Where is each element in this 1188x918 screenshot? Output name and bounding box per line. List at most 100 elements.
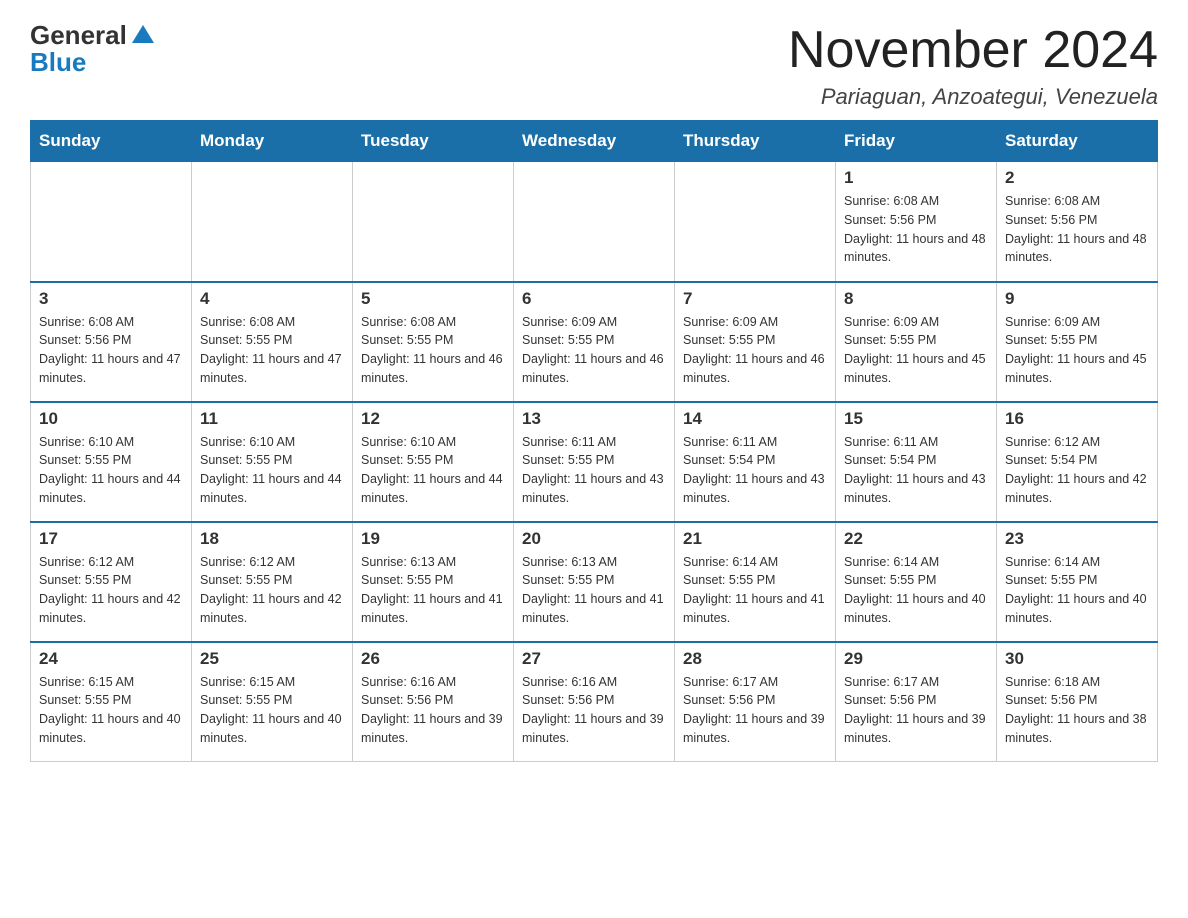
day-number: 18	[200, 529, 344, 549]
calendar-cell: 22 Sunrise: 6:14 AM Sunset: 5:55 PM Dayli…	[836, 522, 997, 642]
calendar-cell: 18 Sunrise: 6:12 AM Sunset: 5:55 PM Dayli…	[192, 522, 353, 642]
calendar-cell: 27 Sunrise: 6:16 AM Sunset: 5:56 PM Dayli…	[514, 642, 675, 762]
day-of-week-header: Tuesday	[353, 121, 514, 162]
day-number: 24	[39, 649, 183, 669]
day-of-week-header: Thursday	[675, 121, 836, 162]
calendar-cell: 1 Sunrise: 6:08 AM Sunset: 5:56 PM Daylig…	[836, 162, 997, 282]
calendar-cell	[353, 162, 514, 282]
calendar-cell	[514, 162, 675, 282]
calendar-cell	[31, 162, 192, 282]
day-info: Sunrise: 6:09 AM Sunset: 5:55 PM Dayligh…	[522, 313, 666, 388]
calendar-week-row: 17 Sunrise: 6:12 AM Sunset: 5:55 PM Dayli…	[31, 522, 1158, 642]
logo-flag-icon	[132, 25, 154, 43]
day-number: 26	[361, 649, 505, 669]
day-number: 20	[522, 529, 666, 549]
day-info: Sunrise: 6:12 AM Sunset: 5:54 PM Dayligh…	[1005, 433, 1149, 508]
day-of-week-header: Sunday	[31, 121, 192, 162]
day-number: 28	[683, 649, 827, 669]
day-info: Sunrise: 6:08 AM Sunset: 5:56 PM Dayligh…	[39, 313, 183, 388]
calendar-cell: 26 Sunrise: 6:16 AM Sunset: 5:56 PM Dayli…	[353, 642, 514, 762]
calendar-cell: 28 Sunrise: 6:17 AM Sunset: 5:56 PM Dayli…	[675, 642, 836, 762]
calendar-cell: 19 Sunrise: 6:13 AM Sunset: 5:55 PM Dayli…	[353, 522, 514, 642]
day-info: Sunrise: 6:12 AM Sunset: 5:55 PM Dayligh…	[39, 553, 183, 628]
day-info: Sunrise: 6:12 AM Sunset: 5:55 PM Dayligh…	[200, 553, 344, 628]
day-info: Sunrise: 6:13 AM Sunset: 5:55 PM Dayligh…	[361, 553, 505, 628]
day-info: Sunrise: 6:11 AM Sunset: 5:54 PM Dayligh…	[844, 433, 988, 508]
day-number: 8	[844, 289, 988, 309]
calendar-week-row: 10Sunrise: 6:10 AM Sunset: 5:55 PM Dayli…	[31, 402, 1158, 522]
day-info: Sunrise: 6:08 AM Sunset: 5:56 PM Dayligh…	[1005, 192, 1149, 267]
calendar-cell: 24 Sunrise: 6:15 AM Sunset: 5:55 PM Dayli…	[31, 642, 192, 762]
calendar-cell: 9 Sunrise: 6:09 AM Sunset: 5:55 PM Daylig…	[997, 282, 1158, 402]
day-info: Sunrise: 6:10 AM Sunset: 5:55 PM Dayligh…	[200, 433, 344, 508]
day-number: 16	[1005, 409, 1149, 429]
day-of-week-header: Friday	[836, 121, 997, 162]
day-info: Sunrise: 6:13 AM Sunset: 5:55 PM Dayligh…	[522, 553, 666, 628]
day-number: 14	[683, 409, 827, 429]
calendar-header-row: SundayMondayTuesdayWednesdayThursdayFrid…	[31, 121, 1158, 162]
day-info: Sunrise: 6:08 AM Sunset: 5:55 PM Dayligh…	[200, 313, 344, 388]
day-number: 2	[1005, 168, 1149, 188]
calendar-cell: 6Sunrise: 6:09 AM Sunset: 5:55 PM Daylig…	[514, 282, 675, 402]
day-info: Sunrise: 6:17 AM Sunset: 5:56 PM Dayligh…	[844, 673, 988, 748]
calendar-cell	[192, 162, 353, 282]
calendar-cell: 23Sunrise: 6:14 AM Sunset: 5:55 PM Dayli…	[997, 522, 1158, 642]
day-info: Sunrise: 6:16 AM Sunset: 5:56 PM Dayligh…	[522, 673, 666, 748]
calendar-cell: 2 Sunrise: 6:08 AM Sunset: 5:56 PM Daylig…	[997, 162, 1158, 282]
day-info: Sunrise: 6:09 AM Sunset: 5:55 PM Dayligh…	[683, 313, 827, 388]
logo: General Blue	[30, 20, 154, 78]
day-number: 25	[200, 649, 344, 669]
day-info: Sunrise: 6:15 AM Sunset: 5:55 PM Dayligh…	[39, 673, 183, 748]
calendar-cell: 4 Sunrise: 6:08 AM Sunset: 5:55 PM Daylig…	[192, 282, 353, 402]
day-number: 5	[361, 289, 505, 309]
day-of-week-header: Saturday	[997, 121, 1158, 162]
calendar-cell: 20 Sunrise: 6:13 AM Sunset: 5:55 PM Dayli…	[514, 522, 675, 642]
day-number: 27	[522, 649, 666, 669]
calendar-cell: 14 Sunrise: 6:11 AM Sunset: 5:54 PM Dayli…	[675, 402, 836, 522]
month-title: November 2024	[788, 20, 1158, 80]
day-info: Sunrise: 6:08 AM Sunset: 5:55 PM Dayligh…	[361, 313, 505, 388]
day-number: 3	[39, 289, 183, 309]
calendar-cell	[675, 162, 836, 282]
calendar-cell: 13Sunrise: 6:11 AM Sunset: 5:55 PM Dayli…	[514, 402, 675, 522]
calendar-cell: 29 Sunrise: 6:17 AM Sunset: 5:56 PM Dayli…	[836, 642, 997, 762]
day-number: 19	[361, 529, 505, 549]
day-info: Sunrise: 6:15 AM Sunset: 5:55 PM Dayligh…	[200, 673, 344, 748]
day-info: Sunrise: 6:09 AM Sunset: 5:55 PM Dayligh…	[1005, 313, 1149, 388]
day-info: Sunrise: 6:17 AM Sunset: 5:56 PM Dayligh…	[683, 673, 827, 748]
day-number: 23	[1005, 529, 1149, 549]
day-number: 22	[844, 529, 988, 549]
calendar-cell: 8Sunrise: 6:09 AM Sunset: 5:55 PM Daylig…	[836, 282, 997, 402]
day-number: 7	[683, 289, 827, 309]
day-info: Sunrise: 6:18 AM Sunset: 5:56 PM Dayligh…	[1005, 673, 1149, 748]
day-info: Sunrise: 6:16 AM Sunset: 5:56 PM Dayligh…	[361, 673, 505, 748]
calendar-week-row: 1 Sunrise: 6:08 AM Sunset: 5:56 PM Daylig…	[31, 162, 1158, 282]
day-info: Sunrise: 6:10 AM Sunset: 5:55 PM Dayligh…	[39, 433, 183, 508]
day-number: 29	[844, 649, 988, 669]
calendar-cell: 15Sunrise: 6:11 AM Sunset: 5:54 PM Dayli…	[836, 402, 997, 522]
calendar-cell: 11 Sunrise: 6:10 AM Sunset: 5:55 PM Dayli…	[192, 402, 353, 522]
day-info: Sunrise: 6:14 AM Sunset: 5:55 PM Dayligh…	[844, 553, 988, 628]
calendar-cell: 25 Sunrise: 6:15 AM Sunset: 5:55 PM Dayli…	[192, 642, 353, 762]
calendar-table: SundayMondayTuesdayWednesdayThursdayFrid…	[30, 120, 1158, 762]
day-number: 12	[361, 409, 505, 429]
title-section: November 2024 Pariaguan, Anzoategui, Ven…	[788, 20, 1158, 110]
day-number: 9	[1005, 289, 1149, 309]
calendar-cell: 7 Sunrise: 6:09 AM Sunset: 5:55 PM Daylig…	[675, 282, 836, 402]
page-header: General Blue November 2024 Pariaguan, An…	[30, 20, 1158, 110]
calendar-cell: 12 Sunrise: 6:10 AM Sunset: 5:55 PM Dayli…	[353, 402, 514, 522]
day-info: Sunrise: 6:11 AM Sunset: 5:54 PM Dayligh…	[683, 433, 827, 508]
day-number: 30	[1005, 649, 1149, 669]
location-text: Pariaguan, Anzoategui, Venezuela	[788, 84, 1158, 110]
day-info: Sunrise: 6:10 AM Sunset: 5:55 PM Dayligh…	[361, 433, 505, 508]
calendar-cell: 30 Sunrise: 6:18 AM Sunset: 5:56 PM Dayli…	[997, 642, 1158, 762]
day-number: 17	[39, 529, 183, 549]
day-info: Sunrise: 6:11 AM Sunset: 5:55 PM Dayligh…	[522, 433, 666, 508]
day-number: 4	[200, 289, 344, 309]
day-number: 11	[200, 409, 344, 429]
day-info: Sunrise: 6:08 AM Sunset: 5:56 PM Dayligh…	[844, 192, 988, 267]
calendar-cell: 5 Sunrise: 6:08 AM Sunset: 5:55 PM Daylig…	[353, 282, 514, 402]
day-number: 21	[683, 529, 827, 549]
calendar-cell: 16 Sunrise: 6:12 AM Sunset: 5:54 PM Dayli…	[997, 402, 1158, 522]
day-number: 1	[844, 168, 988, 188]
